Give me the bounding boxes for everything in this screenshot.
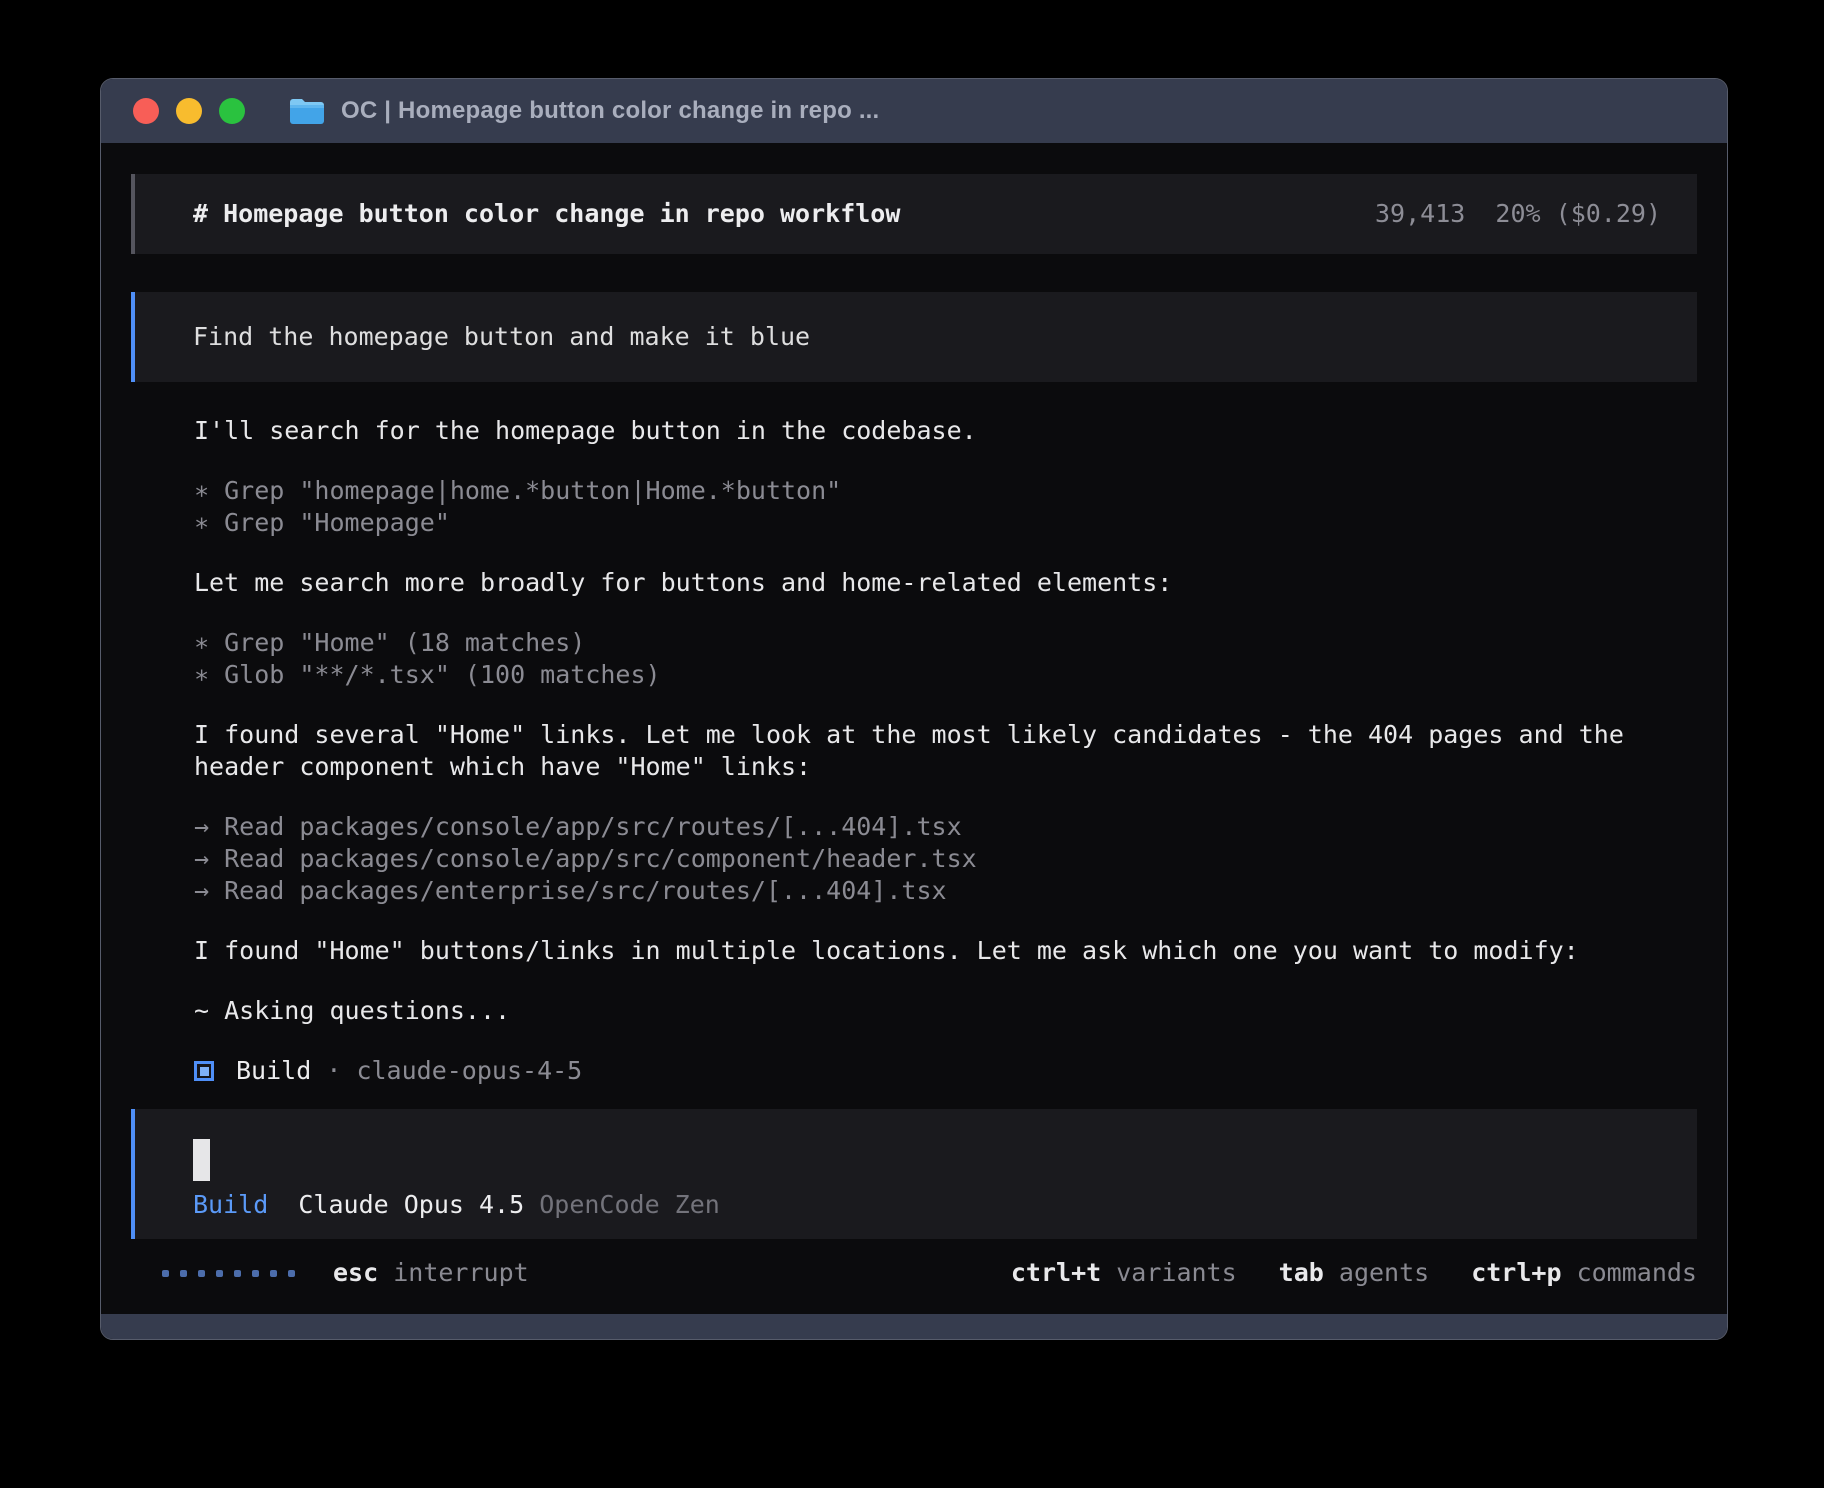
prompt-input[interactable]: Build Claude Opus 4.5 OpenCode Zen <box>131 1109 1697 1239</box>
session-header: # Homepage button color change in repo w… <box>131 174 1697 254</box>
text-cursor <box>193 1139 210 1181</box>
assistant-text: I found "Home" buttons/links in multiple… <box>194 935 1697 967</box>
shortcut-commands[interactable]: ctrl+p commands <box>1471 1257 1697 1289</box>
session-cost: ($0.29) <box>1556 199 1661 228</box>
session-stats: 39,413 20% ($0.29) <box>1375 198 1661 230</box>
tool-call-grep: ∗ Grep "Homepage" <box>194 507 1697 539</box>
desktop: OC | Homepage button color change in rep… <box>0 0 1824 1488</box>
agent-status-row: Build · claude-opus-4-5 <box>194 1055 1697 1087</box>
token-count: 39,413 <box>1375 199 1465 228</box>
terminal-window: OC | Homepage button color change in rep… <box>100 78 1728 1340</box>
traffic-lights <box>133 98 245 124</box>
agent-build-icon <box>194 1061 214 1081</box>
context-percent: 20% <box>1495 199 1540 228</box>
tool-call-read: → Read packages/enterprise/src/routes/[.… <box>194 875 1697 907</box>
input-model[interactable]: Claude Opus 4.5 <box>298 1190 524 1219</box>
shortcut-variants[interactable]: ctrl+t variants <box>1011 1257 1237 1289</box>
shortcut-agents[interactable]: tab agents <box>1279 1257 1430 1289</box>
tool-call-grep: ∗ Grep "homepage|home.*button|Home.*butt… <box>194 475 1697 507</box>
agent-name: Build <box>236 1055 311 1087</box>
assistant-text: Let me search more broadly for buttons a… <box>194 567 1697 599</box>
assistant-text: header component which have "Home" links… <box>194 751 1697 783</box>
tool-call-glob: ∗ Glob "**/*.tsx" (100 matches) <box>194 659 1697 691</box>
assistant-text: I'll search for the homepage button in t… <box>194 415 1697 447</box>
input-provider: OpenCode Zen <box>539 1190 720 1219</box>
terminal-content: # Homepage button color change in repo w… <box>101 143 1727 1314</box>
tool-call-read: → Read packages/console/app/src/routes/[… <box>194 811 1697 843</box>
window-titlebar[interactable]: OC | Homepage button color change in rep… <box>101 79 1727 143</box>
asking-questions-status: ~ Asking questions... <box>194 995 1697 1027</box>
status-bar: esc interrupt ctrl+t variants tab agents… <box>131 1257 1697 1289</box>
agent-separator: · <box>311 1055 356 1087</box>
minimize-button[interactable] <box>176 98 202 124</box>
user-message: Find the homepage button and make it blu… <box>131 292 1697 382</box>
tool-call-grep: ∗ Grep "Home" (18 matches) <box>194 627 1697 659</box>
esc-label: interrupt <box>378 1257 529 1289</box>
zoom-button[interactable] <box>219 98 245 124</box>
session-title: # Homepage button color change in repo w… <box>193 198 900 230</box>
window-bottom-edge <box>101 1314 1727 1339</box>
spinner-dots <box>162 1270 295 1277</box>
input-mode[interactable]: Build <box>193 1190 268 1219</box>
user-message-text: Find the homepage button and make it blu… <box>193 321 810 353</box>
esc-key[interactable]: esc <box>333 1257 378 1289</box>
agent-model: claude-opus-4-5 <box>356 1055 582 1087</box>
close-button[interactable] <box>133 98 159 124</box>
window-title: OC | Homepage button color change in rep… <box>341 97 879 125</box>
folder-icon <box>289 97 325 125</box>
input-meta: Build Claude Opus 4.5 OpenCode Zen <box>193 1189 1661 1221</box>
tool-call-read: → Read packages/console/app/src/componen… <box>194 843 1697 875</box>
conversation-transcript: I'll search for the homepage button in t… <box>194 415 1697 1027</box>
assistant-text: I found several "Home" links. Let me loo… <box>194 719 1697 751</box>
